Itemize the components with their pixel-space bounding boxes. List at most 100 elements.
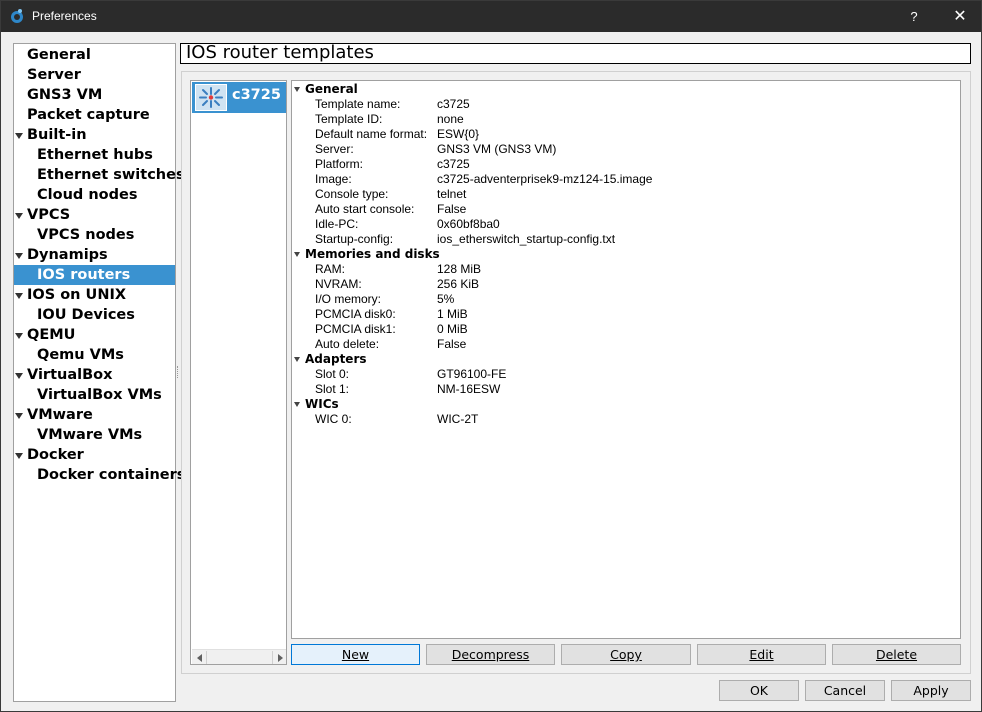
- expand-arrow-icon[interactable]: [15, 453, 23, 459]
- property-value: False: [437, 337, 467, 351]
- property-value: 5%: [437, 292, 455, 306]
- expand-arrow-icon[interactable]: [15, 293, 23, 299]
- expand-arrow-icon[interactable]: [15, 413, 23, 419]
- property-key: PCMCIA disk0:: [315, 307, 396, 321]
- title-bar[interactable]: Preferences ? ✕: [1, 1, 981, 32]
- scroll-right-icon[interactable]: [278, 654, 283, 662]
- property-value: c3725: [437, 157, 470, 171]
- section-header[interactable]: Memories and disks: [305, 247, 440, 262]
- expand-arrow-icon[interactable]: [15, 373, 23, 379]
- decompress-button[interactable]: Decompress: [426, 644, 555, 665]
- sidebar-item-virtualbox[interactable]: VirtualBox: [27, 365, 112, 385]
- property-value: WIC-2T: [437, 412, 479, 426]
- collapse-arrow-icon[interactable]: [294, 87, 300, 92]
- property-value: c3725-adventerprisek9-mz124-15.image: [437, 172, 653, 186]
- preferences-window: Preferences ? ✕ General Server GNS3 VM Pack…: [0, 0, 982, 712]
- horizontal-scrollbar[interactable]: [192, 649, 286, 664]
- property-key: I/O memory:: [315, 292, 382, 306]
- template-name: c3725: [232, 87, 281, 103]
- sidebar-item-qemu-vms[interactable]: Qemu VMs: [37, 345, 124, 365]
- property-key: RAM:: [315, 262, 345, 276]
- sidebar-item-iou-devices[interactable]: IOU Devices: [37, 305, 135, 325]
- property-key: Server:: [315, 142, 354, 156]
- sidebar-item-dynamips[interactable]: Dynamips: [27, 245, 108, 265]
- property-key: WIC 0:: [315, 412, 352, 426]
- property-value: none: [437, 112, 464, 126]
- expand-arrow-icon[interactable]: [15, 333, 23, 339]
- property-value: c3725: [437, 97, 470, 111]
- expand-arrow-icon[interactable]: [15, 213, 23, 219]
- sidebar-item-ios-routers[interactable]: IOS routers: [14, 265, 175, 285]
- sidebar-item-vmware-vms[interactable]: VMware VMs: [37, 425, 142, 445]
- sidebar-item-vpcs[interactable]: VPCS: [27, 205, 70, 225]
- property-value: NM-16ESW: [437, 382, 501, 396]
- property-value: GT96100-FE: [437, 367, 507, 381]
- section-header[interactable]: Adapters: [305, 352, 367, 367]
- new-button-label: New: [341, 647, 370, 662]
- copy-button[interactable]: Copy: [561, 644, 691, 665]
- router-icon: [195, 84, 227, 111]
- property-value: ESW{0}: [437, 127, 480, 141]
- sidebar-item-server[interactable]: Server: [27, 65, 81, 85]
- scroll-left-icon[interactable]: [197, 654, 202, 662]
- collapse-arrow-icon[interactable]: [294, 252, 300, 257]
- property-key: PCMCIA disk1:: [315, 322, 396, 336]
- sidebar-item-docker-containers[interactable]: Docker containers: [37, 465, 185, 485]
- page-header: IOS router templates: [180, 42, 971, 64]
- section-header[interactable]: General: [305, 82, 358, 97]
- edit-button[interactable]: Edit: [697, 644, 826, 665]
- help-button[interactable]: ?: [897, 1, 931, 32]
- sidebar-item-docker[interactable]: Docker: [27, 445, 84, 465]
- delete-button[interactable]: Delete: [832, 644, 961, 665]
- apply-button[interactable]: Apply: [891, 680, 971, 701]
- sidebar-item-packet-capture[interactable]: Packet capture: [27, 105, 150, 125]
- sidebar-item-general[interactable]: General: [27, 45, 91, 65]
- sidebar-item-cloud-nodes[interactable]: Cloud nodes: [37, 185, 137, 205]
- property-key: Idle-PC:: [315, 217, 359, 231]
- page-title: IOS router templates: [186, 42, 374, 63]
- section-header[interactable]: WICs: [305, 397, 339, 412]
- property-key: Slot 0:: [315, 367, 350, 381]
- template-list[interactable]: c3725: [190, 80, 287, 665]
- sidebar-item-ethernet-switches[interactable]: Ethernet switches: [37, 165, 185, 185]
- expand-arrow-icon[interactable]: [15, 133, 23, 139]
- new-button[interactable]: New: [291, 644, 420, 665]
- template-item-c3725[interactable]: c3725: [192, 82, 286, 113]
- close-button[interactable]: ✕: [939, 1, 981, 32]
- property-value: False: [437, 202, 467, 216]
- property-value: 1 MiB: [437, 307, 468, 321]
- property-value: 0 MiB: [437, 322, 468, 336]
- scrollbar-divider: [206, 651, 207, 664]
- collapse-arrow-icon[interactable]: [294, 357, 300, 362]
- edit-button-label: Edit: [749, 647, 774, 662]
- property-key: Auto start console:: [315, 202, 415, 216]
- sidebar-item-vmware[interactable]: VMware: [27, 405, 93, 425]
- property-value: ios_etherswitch_startup-config.txt: [437, 232, 616, 246]
- collapse-arrow-icon[interactable]: [294, 402, 300, 407]
- cancel-button[interactable]: Cancel: [805, 680, 885, 701]
- splitter-handle[interactable]: [177, 366, 179, 378]
- expand-arrow-icon[interactable]: [15, 253, 23, 259]
- sidebar-item-ethernet-hubs[interactable]: Ethernet hubs: [37, 145, 153, 165]
- sidebar-item-ios-on-unix[interactable]: IOS on UNIX: [27, 285, 126, 305]
- property-key: Template name:: [315, 97, 401, 111]
- ok-button[interactable]: OK: [719, 680, 799, 701]
- property-value: GNS3 VM (GNS3 VM): [437, 142, 557, 156]
- property-key: Default name format:: [315, 127, 428, 141]
- sidebar-item-gns3-vm[interactable]: GNS3 VM: [27, 85, 102, 105]
- property-key: Auto delete:: [315, 337, 380, 351]
- window-title: Preferences: [32, 9, 97, 23]
- preferences-tree[interactable]: General Server GNS3 VM Packet capture Built-…: [13, 43, 185, 702]
- property-key: NVRAM:: [315, 277, 362, 291]
- property-key: Startup-config:: [315, 232, 394, 246]
- template-details-tree[interactable]: General Template name: c3725 Template ID: no…: [291, 80, 961, 639]
- property-key: Template ID:: [315, 112, 383, 126]
- sidebar-item-built-in[interactable]: Built-in: [27, 125, 87, 145]
- sidebar-item-vpcs-nodes[interactable]: VPCS nodes: [37, 225, 134, 245]
- gns3-app-icon: [11, 9, 23, 23]
- scrollbar-divider: [272, 651, 273, 664]
- sidebar-item-virtualbox-vms[interactable]: VirtualBox VMs: [37, 385, 162, 405]
- sidebar-item-qemu[interactable]: QEMU: [27, 325, 75, 345]
- property-key: Slot 1:: [315, 382, 350, 396]
- property-key: Image:: [315, 172, 352, 186]
